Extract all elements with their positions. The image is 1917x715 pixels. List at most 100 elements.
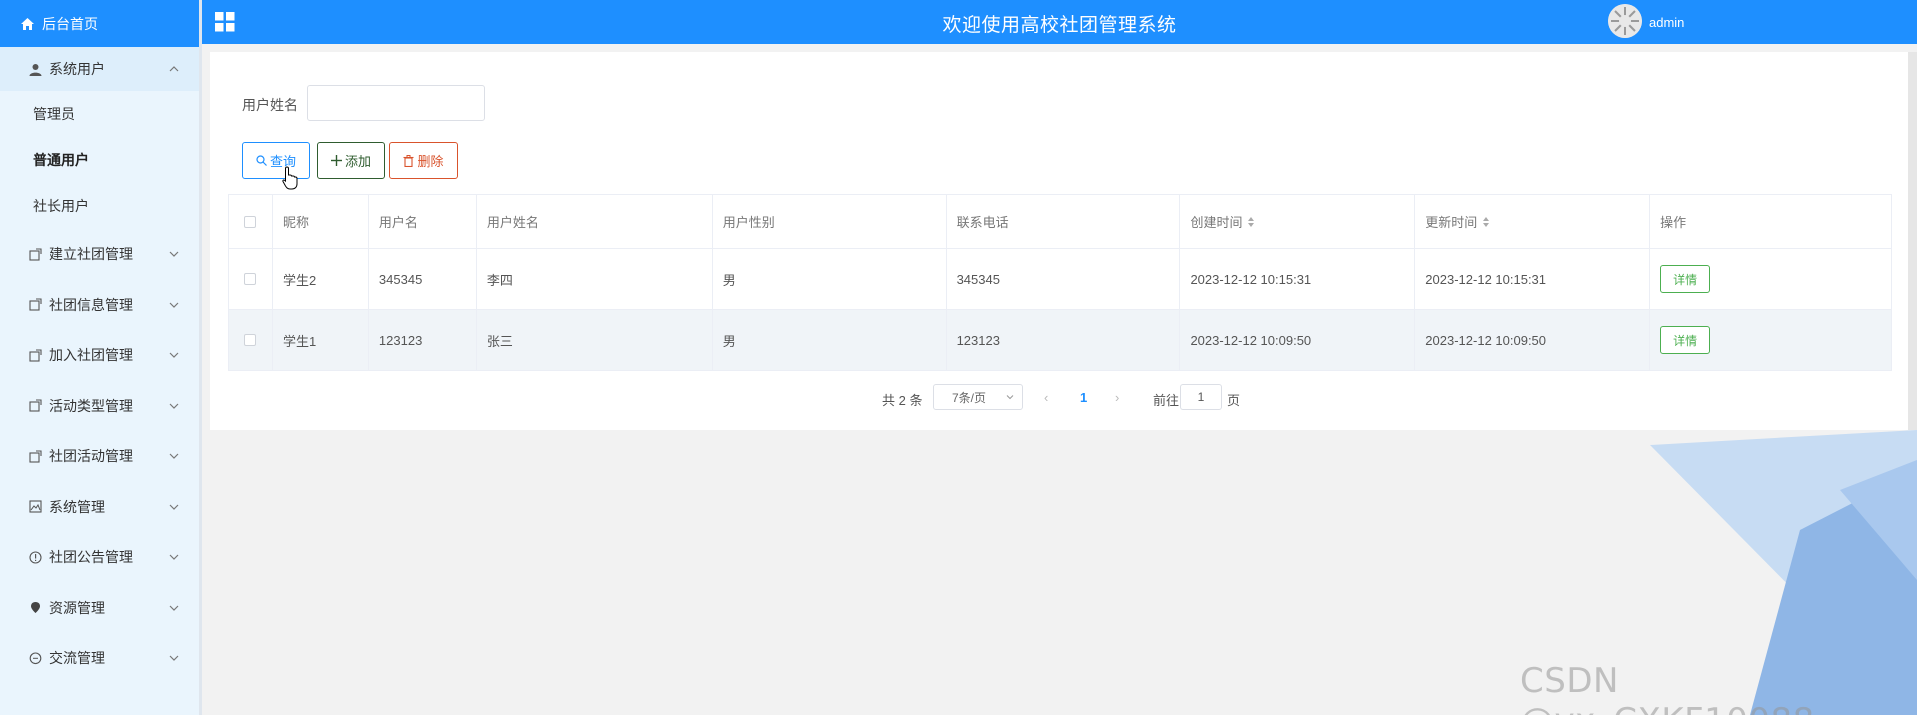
goto-page-input[interactable]: 1 xyxy=(1180,384,1222,410)
chevron-down-icon xyxy=(169,554,179,561)
chevron-down-icon xyxy=(169,352,179,359)
info-circle-icon xyxy=(28,550,42,564)
sidebar-item-label: 社团信息管理 xyxy=(49,296,133,313)
sidebar-item-label: 系统管理 xyxy=(49,498,105,515)
watermark: CSDN @vx_CXKF10088 xyxy=(1520,661,1814,715)
sidebar-menu-club-join[interactable]: 加入社团管理 xyxy=(0,330,199,381)
sidebar-menu-announcement[interactable]: 社团公告管理 xyxy=(0,532,199,583)
chevron-down-icon xyxy=(169,504,179,510)
chevron-down-icon xyxy=(1006,395,1014,400)
avatar[interactable] xyxy=(1608,4,1642,38)
chevron-down-icon xyxy=(169,302,179,308)
image-icon xyxy=(28,500,42,514)
sidebar-menu-system[interactable]: 系统管理 xyxy=(0,482,199,533)
sidebar-group-system-users[interactable]: 系统用户 xyxy=(0,47,199,91)
column-header: 用户姓名 xyxy=(477,195,713,248)
detail-button[interactable]: 详情 xyxy=(1660,265,1711,293)
column-header-label: 创建时间 xyxy=(1190,215,1243,230)
scrollbar[interactable] xyxy=(1908,52,1917,430)
table-row: 学生1 123123 张三 男 123123 2023-12-12 10:09:… xyxy=(229,310,1893,371)
sidebar-menu-communication[interactable]: 交流管理 xyxy=(0,633,199,684)
goto-label: 前往 xyxy=(1153,393,1180,408)
select-all-cell xyxy=(229,195,273,248)
building-icon xyxy=(28,399,42,413)
page-size-value: 7条/页 xyxy=(952,390,987,405)
users-table: 昵称 用户名 用户姓名 用户性别 联系电话 创建时间 更新时间 操作 学生2 3… xyxy=(228,194,1893,371)
row-select-cell xyxy=(229,310,273,370)
sidebar-menu-activity-type[interactable]: 活动类型管理 xyxy=(0,381,199,432)
row-checkbox[interactable] xyxy=(244,334,257,346)
chevron-up-icon xyxy=(169,66,179,72)
sidebar-menu-club-info[interactable]: 社团信息管理 xyxy=(0,280,199,331)
cell-username: 123123 xyxy=(368,310,477,370)
query-button[interactable]: 查询 xyxy=(242,142,310,179)
sort-icon[interactable] xyxy=(1483,216,1490,227)
cell-gender: 男 xyxy=(712,310,947,370)
cell-nickname: 学生2 xyxy=(273,249,369,309)
add-button[interactable]: 添加 xyxy=(317,142,385,179)
search-label: 用户姓名 xyxy=(242,97,298,113)
sidebar-item-normal-user[interactable]: 普通用户 xyxy=(0,137,199,183)
chevron-down-icon xyxy=(169,403,179,409)
page-number[interactable]: 1 xyxy=(1080,390,1087,405)
pagination-total: 共 2 条 xyxy=(882,393,923,408)
page-size-select[interactable]: 7条/页 xyxy=(933,384,1023,410)
search-icon xyxy=(256,155,267,166)
sidebar-item-admin[interactable]: 管理员 xyxy=(0,91,199,137)
chevron-down-icon xyxy=(169,453,179,460)
delete-button[interactable]: 删除 xyxy=(389,142,458,179)
sidebar-item-label: 社团活动管理 xyxy=(49,448,133,465)
select-all-checkbox[interactable] xyxy=(244,215,257,228)
top-header: 欢迎使用高校社团管理系统 admin xyxy=(202,0,1917,44)
sidebar-menu-club-activity[interactable]: 社团活动管理 xyxy=(0,431,199,482)
column-header: 用户名 xyxy=(369,195,477,248)
sidebar-item-label: 建立社团管理 xyxy=(49,246,133,263)
sidebar: 后台首页 系统用户 管理员 普通用户 社长用户 建立社团管理 社团信息管理 加入… xyxy=(0,0,202,715)
chevron-down-icon xyxy=(169,605,179,611)
sort-icon[interactable] xyxy=(1248,216,1255,227)
cell-updated: 2023-12-12 10:15:31 xyxy=(1415,249,1651,309)
content-card: 用户姓名 查询 添加 删除 昵称 用户名 用户姓名 用户性别 联系电话 创建时间… xyxy=(210,52,1908,430)
cell-updated: 2023-12-12 10:09:50 xyxy=(1415,310,1651,370)
sidebar-item-leader-user[interactable]: 社长用户 xyxy=(0,183,199,229)
prev-page-icon[interactable]: ‹ xyxy=(1044,390,1048,405)
sidebar-item-label: 交流管理 xyxy=(49,650,105,667)
cell-created: 2023-12-12 10:15:31 xyxy=(1180,249,1416,309)
username[interactable]: admin xyxy=(1649,15,1684,30)
pointer-cursor-icon xyxy=(282,166,298,190)
sidebar-item-home[interactable]: 后台首页 xyxy=(0,0,199,47)
column-header: 用户性别 xyxy=(713,195,947,248)
cell-username: 345345 xyxy=(369,249,477,309)
table-row: 学生2 345345 李四 男 345345 2023-12-12 10:15:… xyxy=(229,249,1893,310)
sidebar-menu-resource[interactable]: 资源管理 xyxy=(0,583,199,634)
sidebar-item-label: 社长用户 xyxy=(33,198,89,214)
column-header-label: 更新时间 xyxy=(1425,215,1478,230)
trash-icon xyxy=(403,154,414,167)
column-header-created[interactable]: 创建时间 xyxy=(1180,195,1416,248)
pagination: 共 2 条 7条/页 ‹ 1 › 前往 1 页 xyxy=(210,384,1908,412)
sidebar-item-label: 活动类型管理 xyxy=(49,397,133,414)
plus-icon xyxy=(330,155,342,166)
building-icon xyxy=(28,348,42,362)
building-icon xyxy=(28,449,42,463)
column-header: 昵称 xyxy=(273,195,369,248)
user-icon xyxy=(28,62,42,76)
cell-actions: 详情 xyxy=(1650,310,1893,370)
building-icon xyxy=(28,298,42,312)
sidebar-menu-club-create[interactable]: 建立社团管理 xyxy=(0,229,199,280)
realname-search-input[interactable] xyxy=(307,85,485,121)
delete-button-label: 删除 xyxy=(417,154,444,169)
sidebar-group-label: 系统用户 xyxy=(49,61,105,77)
next-page-icon[interactable]: › xyxy=(1115,390,1119,405)
row-checkbox[interactable] xyxy=(244,273,257,285)
cell-gender: 男 xyxy=(713,249,947,309)
column-header: 操作 xyxy=(1650,195,1893,248)
detail-button[interactable]: 详情 xyxy=(1660,326,1711,354)
sidebar-item-label: 资源管理 xyxy=(49,599,105,616)
cell-phone: 345345 xyxy=(947,249,1181,309)
chevron-down-icon xyxy=(169,251,179,258)
building-icon xyxy=(28,247,42,261)
chat-icon xyxy=(28,651,42,665)
row-select-cell xyxy=(229,249,273,309)
column-header-updated[interactable]: 更新时间 xyxy=(1415,195,1651,248)
